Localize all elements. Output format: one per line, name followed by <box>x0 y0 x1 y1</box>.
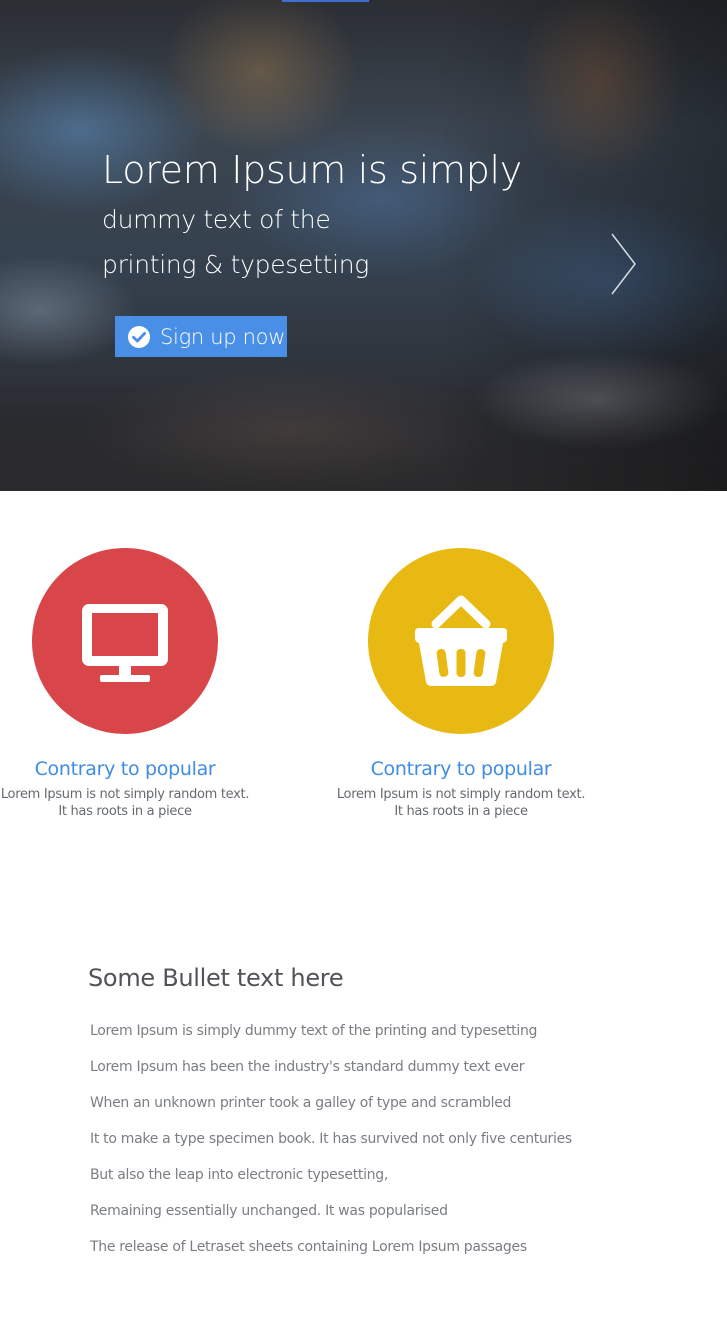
feature-title: Contrary to popular <box>34 758 216 780</box>
list-item: Lorem Ipsum is simply dummy text of the … <box>90 1023 538 1039</box>
landing-page: Lorem Ipsum is simply dummy text of the … <box>0 0 727 1317</box>
bullet-list: Lorem Ipsum is simply dummy text of the … <box>90 1021 572 1273</box>
basket-icon <box>415 595 507 686</box>
feature-card-monitor: Contrary to popular Lorem Ipsum is not s… <box>0 548 255 820</box>
list-item: But also the leap into electronic typese… <box>90 1167 388 1183</box>
list-item: When an unknown printer took a galley of… <box>90 1095 512 1111</box>
sign-up-button-label: Sign up now <box>160 324 286 349</box>
next-slide-chevron-icon[interactable] <box>608 232 638 296</box>
hero-banner: Lorem Ipsum is simply dummy text of the … <box>0 0 727 491</box>
feature-description: Lorem Ipsum is not simply random text. I… <box>0 787 250 819</box>
feature-description: Lorem Ipsum is not simply random text. I… <box>336 787 586 819</box>
feature-icon-circle <box>368 548 554 734</box>
feature-icon-circle <box>32 548 218 734</box>
feature-card-basket: Contrary to popular Lorem Ipsum is not s… <box>331 548 591 820</box>
list-item: The release of Letraset sheets containin… <box>90 1239 527 1255</box>
sign-up-button[interactable]: Sign up now <box>115 316 287 357</box>
list-item: Remaining essentially unchanged. It was … <box>90 1203 448 1219</box>
monitor-icon <box>82 604 168 682</box>
hero-subtitle-line1: dummy text of the <box>102 205 331 234</box>
hero-subtitle-line2: printing & typesetting <box>102 250 369 279</box>
bullets-heading: Some Bullet text here <box>88 964 344 992</box>
hero-title: Lorem Ipsum is simply <box>102 148 522 192</box>
list-item: It to make a type specimen book. It has … <box>90 1131 572 1147</box>
check-circle-icon <box>127 325 151 349</box>
slide-indicator-active[interactable] <box>282 0 369 2</box>
list-item: Lorem Ipsum has been the industry's stan… <box>90 1059 525 1075</box>
feature-title: Contrary to popular <box>370 758 552 780</box>
